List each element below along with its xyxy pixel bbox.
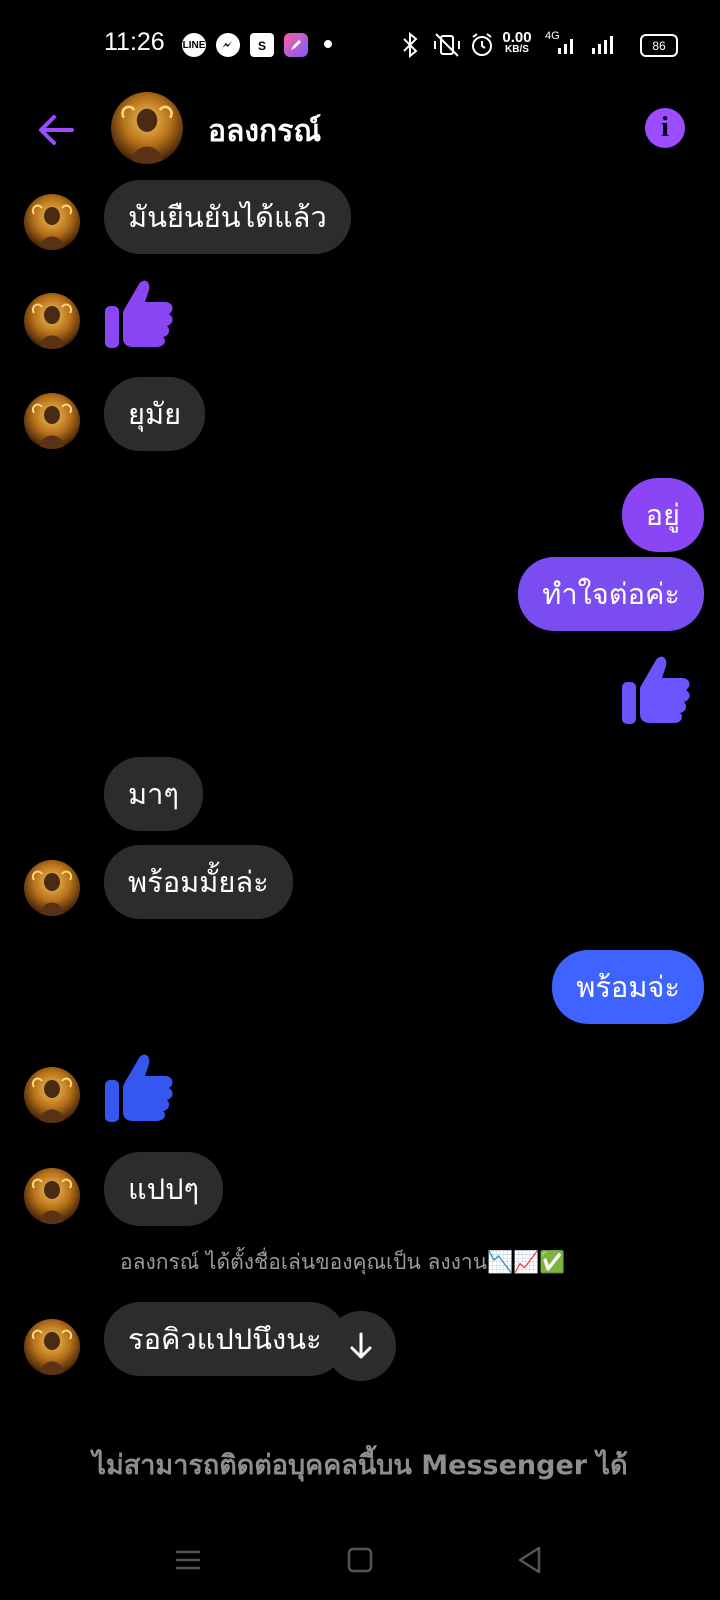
sender-avatar[interactable] (24, 860, 80, 916)
outgoing-message[interactable]: อยู่ (621, 478, 704, 552)
outgoing-message[interactable]: ทำใจต่อค่ะ (518, 557, 704, 631)
sender-avatar[interactable] (24, 194, 80, 250)
vibrate-silent-icon (434, 33, 460, 57)
messenger-app-icon (216, 33, 240, 57)
system-navigation-bar (0, 1520, 720, 1600)
incoming-message[interactable]: มาๆ (104, 757, 203, 831)
sender-avatar[interactable] (24, 1067, 80, 1123)
battery-indicator: 86 (640, 34, 678, 57)
outgoing-message[interactable]: พร้อมจ่ะ (552, 950, 704, 1024)
sender-avatar[interactable] (24, 393, 80, 449)
cannot-contact-notice: ไม่สามารถติดต่อบุคคลนี้บน Messenger ได้ (92, 1450, 628, 1481)
conversation-header: อลงกรณ์ i (0, 90, 720, 180)
signal-sim1-icon (558, 39, 573, 54)
status-time: 11:26 (104, 28, 165, 56)
bluetooth-icon (403, 32, 418, 58)
incoming-message[interactable]: รอคิวแปปนึงนะ (104, 1302, 346, 1376)
sender-avatar[interactable] (24, 1319, 80, 1375)
thumbs-up-icon[interactable] (620, 652, 692, 726)
back-arrow-icon[interactable] (34, 108, 78, 152)
contact-avatar[interactable] (111, 92, 183, 164)
menu-icon[interactable] (168, 1540, 208, 1580)
alarm-icon (472, 33, 492, 56)
incoming-message[interactable]: แปปๆ (104, 1152, 224, 1226)
line-app-icon: LINE (182, 33, 206, 57)
sender-avatar[interactable] (24, 293, 80, 349)
svg-text:S: S (258, 39, 266, 53)
home-square-icon[interactable] (340, 1540, 380, 1580)
arrow-down-icon (350, 1332, 372, 1359)
incoming-message[interactable]: ยุมัย (104, 377, 206, 451)
more-notifications-dot-icon (324, 40, 332, 48)
thumbs-up-icon[interactable] (103, 276, 175, 350)
scroll-to-bottom-button[interactable] (326, 1311, 396, 1381)
back-triangle-icon[interactable] (510, 1540, 550, 1580)
shopee-app-icon: S (250, 33, 274, 57)
thumbs-up-icon[interactable] (103, 1050, 175, 1124)
contact-name[interactable]: อลงกรณ์ (208, 108, 321, 155)
pen-app-icon (284, 33, 308, 57)
incoming-message[interactable]: มันยืนยันได้แล้ว (104, 180, 351, 254)
sender-avatar[interactable] (24, 1168, 80, 1224)
info-icon[interactable]: i (645, 108, 685, 148)
status-bar: 11:26 LINE S 0.00 KB/S 4G 86 (0, 0, 720, 90)
incoming-message[interactable]: พร้อมมั้ยล่ะ (104, 845, 293, 919)
nickname-change-note: อลงกรณ์ ได้ตั้งชื่อเล่นของคุณเป็น ลงงาน📉… (120, 1250, 566, 1274)
data-rate: 0.00 KB/S (502, 29, 532, 55)
signal-sim2-icon (592, 36, 613, 54)
